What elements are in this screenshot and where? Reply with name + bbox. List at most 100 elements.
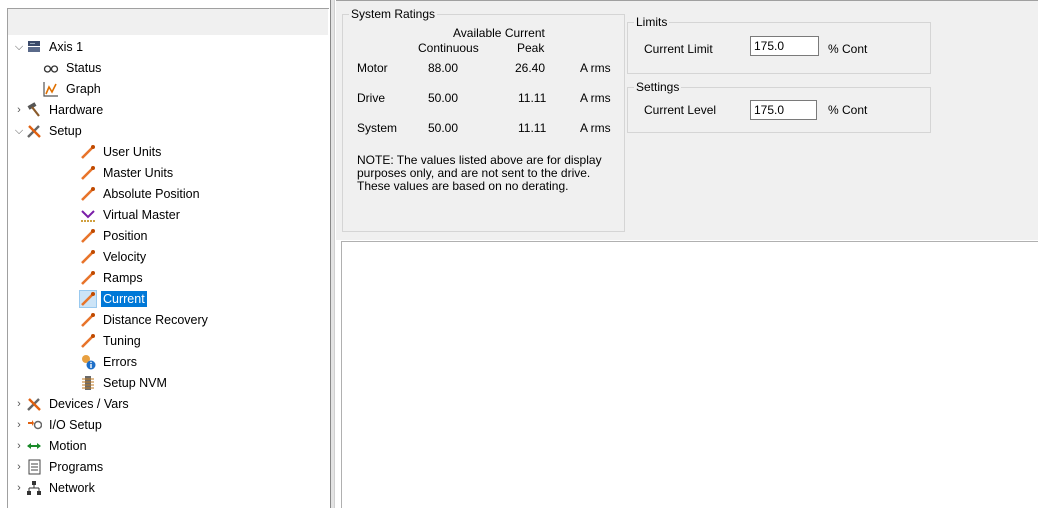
current-level-input[interactable] [750, 100, 817, 120]
system-peak-value: 11.11 [518, 121, 547, 135]
tree-node-user-units[interactable]: User Units [80, 142, 163, 162]
motion-arrows-icon [26, 438, 42, 454]
navigation-tree[interactable]: ⌵ Axis 1 Status Graph › Hardware ⌵ Setup [7, 8, 329, 508]
orange-tool-icon [80, 144, 96, 160]
tree-node-master-units[interactable]: Master Units [80, 163, 175, 183]
tree-node-errors[interactable]: Errors [80, 352, 139, 372]
tree-node-label: Axis 1 [49, 40, 84, 54]
io-setup-icon [26, 417, 43, 433]
settings-title: Settings [634, 80, 682, 94]
chevron-right-icon[interactable]: › [12, 100, 26, 120]
nvm-memory-icon [80, 375, 96, 391]
tree-node-velocity[interactable]: Velocity [80, 247, 148, 267]
tree-node-label: Programs [49, 460, 104, 474]
status-glasses-icon [43, 60, 59, 76]
tree-node-devices-vars[interactable]: › Devices / Vars [12, 394, 131, 414]
panel-splitter[interactable] [330, 0, 335, 508]
chevron-down-icon[interactable]: ⌵ [12, 121, 26, 141]
orange-tool-icon [80, 228, 96, 244]
chevron-right-icon[interactable]: › [12, 436, 26, 456]
tree-node-label: Distance Recovery [103, 313, 208, 327]
errors-info-icon [80, 354, 96, 370]
tree-node-io-setup[interactable]: › I/O Setup [12, 415, 104, 435]
tree-node-label: User Units [103, 145, 162, 159]
chevron-right-icon[interactable]: › [12, 415, 26, 435]
hammer-icon [26, 102, 42, 118]
tree-node-label: I/O Setup [49, 418, 102, 432]
available-current-header: Available Current [453, 26, 545, 40]
current-level-label: Current Level [644, 103, 717, 117]
chevron-right-icon[interactable]: › [12, 457, 26, 477]
tree-node-label: Network [49, 481, 95, 495]
peak-header: Peak [517, 41, 545, 55]
current-limit-label: Current Limit [644, 42, 713, 56]
tools-icon [26, 396, 42, 412]
tree-node-network[interactable]: › Network [12, 478, 97, 498]
tree-node-label: Tuning [103, 334, 141, 348]
orange-tool-icon [80, 186, 96, 202]
current-limit-input[interactable] [750, 36, 819, 56]
tree-node-virtual-master[interactable]: Virtual Master [80, 205, 182, 225]
tree-node-ramps[interactable]: Ramps [80, 268, 145, 288]
tree-node-label: Setup NVM [103, 376, 167, 390]
drive-peak-value: 11.11 [518, 91, 547, 105]
current-limit-unit: % Cont [828, 42, 868, 56]
tree-node-label: Status [66, 61, 102, 75]
current-settings-panel: System Ratings Available Current Continu… [336, 0, 1038, 240]
orange-tool-icon [80, 165, 96, 181]
tree-node-setup-nvm[interactable]: Setup NVM [80, 373, 169, 393]
drive-row-label: Drive [357, 91, 386, 105]
tree-node-tuning[interactable]: Tuning [80, 331, 143, 351]
system-row-label: System [357, 121, 398, 135]
orange-tool-icon [79, 290, 97, 308]
tree-node-label: Graph [66, 82, 101, 96]
tree-node-setup[interactable]: ⌵ Setup [12, 121, 84, 141]
orange-tool-icon [80, 270, 96, 286]
motor-row-label: Motor [357, 61, 388, 75]
tree-node-status[interactable]: Status [43, 58, 103, 78]
orange-tool-icon [80, 333, 96, 349]
ratings-note: NOTE: The values listed above are for di… [357, 153, 602, 193]
motor-continuous-value: 88.00 [428, 61, 459, 75]
tree-node-label: Hardware [49, 103, 104, 117]
tree-node-motion[interactable]: › Motion [12, 436, 89, 456]
orange-tool-icon [80, 249, 96, 265]
network-icon [26, 480, 42, 496]
tree-node-label: Velocity [103, 250, 147, 264]
system-unit: A rms [580, 121, 611, 135]
tree-node-label: Setup [49, 124, 82, 138]
tools-icon [26, 123, 42, 139]
tree-node-label: Ramps [103, 271, 143, 285]
programs-icon [26, 459, 42, 475]
tree-node-label: Motion [49, 439, 87, 453]
tree-node-label: Master Units [103, 166, 174, 180]
tree-node-absolute-position[interactable]: Absolute Position [80, 184, 202, 204]
chevron-right-icon[interactable]: › [12, 478, 26, 498]
tree-node-programs[interactable]: › Programs [12, 457, 105, 477]
motor-unit: A rms [580, 61, 611, 75]
axis-drive-icon [26, 39, 42, 55]
tree-node-hardware[interactable]: › Hardware [12, 100, 105, 120]
graph-icon [43, 81, 59, 97]
tree-node-distance-recovery[interactable]: Distance Recovery [80, 310, 210, 330]
drive-unit: A rms [580, 91, 611, 105]
tree-header-strip [8, 9, 328, 35]
chevron-down-icon[interactable]: ⌵ [12, 37, 26, 57]
tree-node-graph[interactable]: Graph [43, 79, 103, 99]
system-ratings-title: System Ratings [349, 7, 438, 21]
limits-group: Limits Current Limit % Cont [627, 15, 931, 74]
chevron-right-icon[interactable]: › [12, 394, 26, 414]
drive-continuous-value: 50.00 [428, 91, 459, 105]
virtual-master-icon [80, 207, 96, 223]
tree-node-label: Position [103, 229, 148, 243]
tree-node-position[interactable]: Position [80, 226, 149, 246]
orange-tool-icon [80, 312, 96, 328]
tree-node-label-selected: Current [100, 290, 148, 308]
tree-node-axis-1[interactable]: ⌵ Axis 1 [12, 37, 85, 57]
limits-title: Limits [634, 15, 670, 29]
motor-peak-value: 26.40 [515, 61, 546, 75]
tree-node-label: Virtual Master [103, 208, 180, 222]
tree-node-current[interactable]: Current [79, 289, 148, 309]
system-ratings-group: System Ratings Available Current Continu… [342, 7, 625, 232]
continuous-header: Continuous [418, 41, 479, 55]
